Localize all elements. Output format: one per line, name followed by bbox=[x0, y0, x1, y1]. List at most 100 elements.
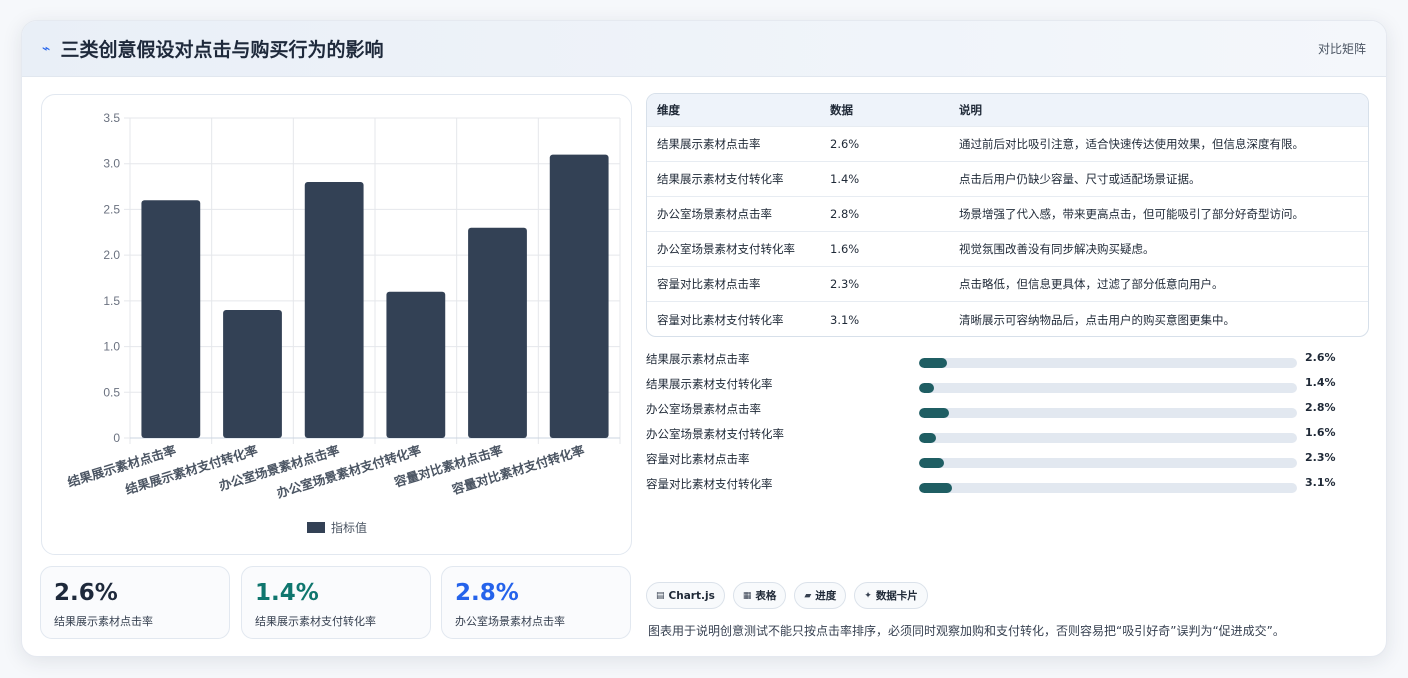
stat-card: 2.6% 结果展示素材点击率 bbox=[40, 566, 230, 639]
progress-track bbox=[919, 383, 1297, 393]
header-tag: 对比矩阵 bbox=[1317, 42, 1366, 56]
table-cell: 1.6% bbox=[830, 242, 860, 256]
progress-icon: ▰ bbox=[804, 590, 812, 601]
stat-label: 结果展示素材支付转化率 bbox=[255, 615, 376, 628]
table-row: 容量对比素材支付转化率 3.1% 清晰展示可容纳物品后，点击用户的购买意图更集中… bbox=[647, 302, 1368, 336]
table-cell: 2.6% bbox=[830, 137, 860, 151]
table-header-row: 维度 数据 说明 bbox=[647, 94, 1368, 127]
table-cell: 1.4% bbox=[830, 172, 860, 186]
table-header-cell: 说明 bbox=[959, 103, 982, 117]
chart-icon: ▤ bbox=[656, 590, 665, 601]
progress-label: 办公室场景素材支付转化率 bbox=[646, 427, 784, 441]
progress-label: 结果展示素材支付转化率 bbox=[646, 377, 773, 391]
chip-label: 表格 bbox=[755, 590, 777, 602]
bar bbox=[468, 227, 527, 438]
table-cell: 2.3% bbox=[830, 277, 860, 291]
progress-track bbox=[919, 433, 1297, 443]
progress-value: 3.1% bbox=[1305, 476, 1336, 489]
table-cell: 结果展示素材支付转化率 bbox=[657, 172, 784, 186]
progress-row: 容量对比素材支付转化率 3.1% bbox=[646, 473, 1346, 498]
progress-fill bbox=[919, 408, 950, 418]
stat-value: 2.6% bbox=[54, 580, 118, 606]
progress-track bbox=[919, 483, 1297, 493]
progress-row: 结果展示素材点击率 2.6% bbox=[646, 348, 1346, 373]
table-cell: 点击略低，但信息更具体，过滤了部分低意向用户。 bbox=[959, 277, 1224, 291]
sparkline-icon: ⌁ bbox=[42, 40, 51, 57]
y-tick-label: 0.5 bbox=[103, 385, 120, 399]
y-tick-label: 2.5 bbox=[103, 202, 120, 216]
table-cell: 容量对比素材点击率 bbox=[657, 277, 761, 291]
table-cell: 通过前后对比吸引注意，适合快速传达使用效果，但信息深度有限。 bbox=[959, 137, 1304, 151]
progress-label: 容量对比素材支付转化率 bbox=[646, 477, 773, 491]
progress-row: 办公室场景素材点击率 2.8% bbox=[646, 398, 1346, 423]
progress-row: 办公室场景素材支付转化率 1.6% bbox=[646, 423, 1346, 448]
bar bbox=[549, 154, 609, 439]
bar-chart: 00.51.01.52.02.53.03.5结果展示素材点击率结果展示素材支付转… bbox=[66, 111, 621, 535]
progress-value: 2.3% bbox=[1305, 451, 1336, 464]
table-cell: 3.1% bbox=[830, 312, 860, 327]
progress-value: 2.6% bbox=[1305, 351, 1336, 364]
stat-label: 办公室场景素材点击率 bbox=[455, 615, 565, 628]
table-row: 结果展示素材支付转化率 1.4% 点击后用户仍缺少容量、尺寸或适配场景证据。 bbox=[647, 162, 1368, 197]
table-cell: 容量对比素材支付转化率 bbox=[657, 312, 784, 327]
progress-fill bbox=[919, 458, 944, 468]
table-header-cell: 维度 bbox=[657, 103, 680, 117]
bar bbox=[386, 291, 446, 438]
table-cell: 结果展示素材点击率 bbox=[657, 137, 761, 151]
y-tick-label: 1.0 bbox=[103, 340, 120, 354]
table-icon: ▦ bbox=[742, 590, 752, 601]
stat-card: 2.8% 办公室场景素材点击率 bbox=[441, 566, 631, 639]
progress-fill bbox=[919, 483, 953, 493]
table-row: 办公室场景素材支付转化率 1.6% 视觉氛围改善没有同步解决购买疑虑。 bbox=[647, 232, 1368, 267]
table-cell: 场景增强了代入感，带来更高点击，但可能吸引了部分好奇型访问。 bbox=[959, 207, 1304, 221]
card-header: ⌁ 三类创意假设对点击与购买行为的影响 对比矩阵 bbox=[22, 21, 1386, 77]
progress-label: 办公室场景素材点击率 bbox=[646, 402, 761, 416]
progress-row: 结果展示素材支付转化率 1.4% bbox=[646, 373, 1346, 398]
tech-chips: ▤ Chart.js ▦ 表格 ▰ 进度 ✦ 数据卡片 bbox=[646, 582, 928, 609]
chip-progress[interactable]: ▰ 进度 bbox=[794, 582, 847, 609]
progress-value: 1.4% bbox=[1305, 376, 1336, 389]
table-cell: 办公室场景素材支付转化率 bbox=[657, 242, 795, 256]
page-title: 三类创意假设对点击与购买行为的影响 bbox=[60, 39, 384, 61]
chip-table[interactable]: ▦ 表格 bbox=[732, 582, 787, 609]
chip-chartjs[interactable]: ▤ Chart.js bbox=[646, 582, 725, 609]
x-tick-label: 办公室场景素材支付转化率 bbox=[275, 442, 423, 500]
table-cell: 2.8% bbox=[830, 207, 860, 221]
chip-data-cards[interactable]: ✦ 数据卡片 bbox=[854, 582, 928, 609]
legend-swatch bbox=[307, 522, 325, 533]
data-table: 维度 数据 说明 结果展示素材点击率 2.6% 通过前后对比吸引注意，适合快速传… bbox=[646, 93, 1369, 337]
stat-value: 1.4% bbox=[255, 580, 319, 606]
table-row: 容量对比素材点击率 2.3% 点击略低，但信息更具体，过滤了部分低意向用户。 bbox=[647, 267, 1368, 302]
stat-value: 2.8% bbox=[455, 580, 519, 606]
bar bbox=[223, 310, 282, 438]
progress-fill bbox=[919, 433, 937, 443]
table-row: 办公室场景素材点击率 2.8% 场景增强了代入感，带来更高点击，但可能吸引了部分… bbox=[647, 197, 1368, 232]
progress-fill bbox=[919, 383, 935, 393]
y-tick-label: 3.0 bbox=[103, 157, 120, 171]
table-cell: 办公室场景素材点击率 bbox=[657, 207, 772, 221]
chip-label: 进度 bbox=[815, 590, 837, 602]
legend-label: 指标值 bbox=[331, 520, 367, 535]
bar bbox=[304, 182, 364, 438]
footnote: 图表用于说明创意测试不能只按点击率排序，必须同时观察加购和支付转化，否则容易把“… bbox=[648, 624, 1285, 638]
chip-label: Chart.js bbox=[668, 589, 715, 602]
table-cell: 视觉氛围改善没有同步解决购买疑虑。 bbox=[959, 242, 1155, 256]
progress-value: 2.8% bbox=[1305, 401, 1336, 414]
table-cell: 点击后用户仍缺少容量、尺寸或适配场景证据。 bbox=[959, 172, 1201, 186]
table-row: 结果展示素材点击率 2.6% 通过前后对比吸引注意，适合快速传达使用效果，但信息… bbox=[647, 127, 1368, 162]
table-header-cell: 数据 bbox=[830, 103, 853, 117]
bar bbox=[141, 200, 201, 438]
progress-label: 结果展示素材点击率 bbox=[646, 352, 750, 366]
progress-row: 容量对比素材点击率 2.3% bbox=[646, 448, 1346, 473]
x-tick-label: 容量对比素材支付转化率 bbox=[449, 442, 586, 497]
progress-track bbox=[919, 408, 1297, 418]
table-cell: 清晰展示可容纳物品后，点击用户的购买意图更集中。 bbox=[959, 312, 1235, 327]
stat-label: 结果展示素材点击率 bbox=[54, 615, 153, 628]
y-tick-label: 0 bbox=[113, 431, 120, 445]
sparkle-icon: ✦ bbox=[864, 590, 872, 601]
progress-label: 容量对比素材点击率 bbox=[646, 452, 750, 466]
chip-label: 数据卡片 bbox=[875, 590, 918, 602]
progress-track bbox=[919, 358, 1297, 368]
progress-track bbox=[919, 458, 1297, 468]
progress-fill bbox=[919, 358, 948, 368]
